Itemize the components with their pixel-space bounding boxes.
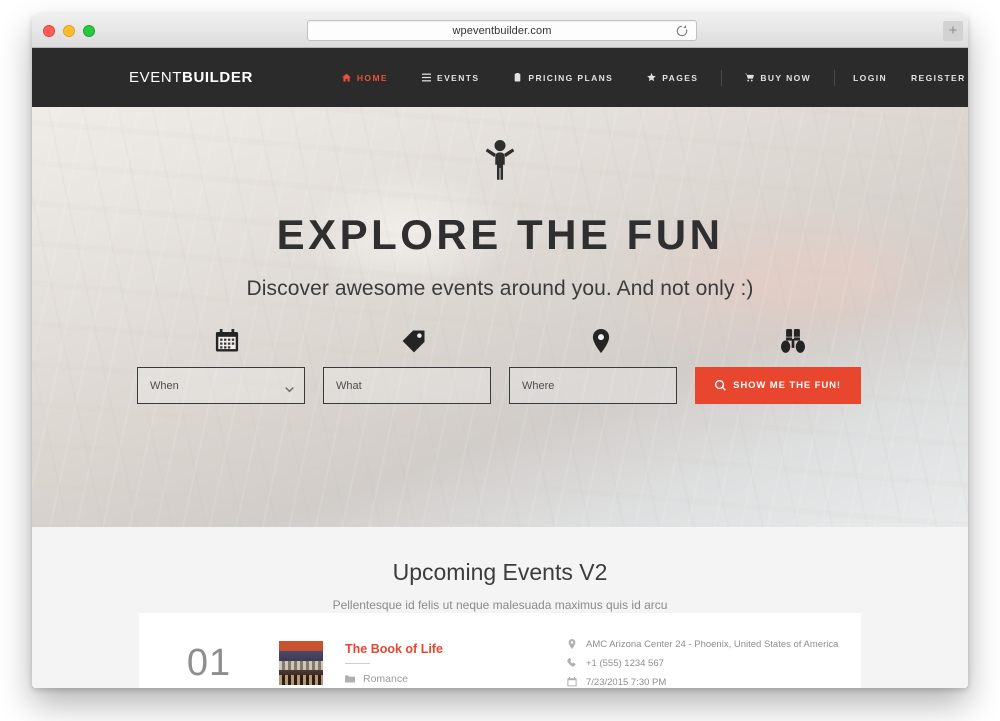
event-title-rule	[345, 662, 370, 664]
nav-item-buy-now[interactable]: BUY NOW	[728, 73, 828, 83]
event-number: 01	[186, 641, 232, 684]
event-title[interactable]: The Book of Life	[345, 642, 555, 656]
nav-item-register[interactable]: REGISTER	[899, 73, 968, 83]
event-info: The Book of Life Romance	[345, 642, 555, 685]
event-datetime-row: 7/23/2015 7:30 PM	[567, 677, 838, 688]
events-subheading: Pellentesque id felis ut neque malesuada…	[332, 598, 668, 612]
clipboard-icon	[513, 73, 522, 82]
calendar-icon	[567, 677, 577, 687]
nav-item-register-label: REGISTER	[911, 72, 966, 83]
search-submit-button[interactable]: SHOW ME THE FUN!	[695, 367, 861, 404]
url-bar[interactable]: wpeventbuilder.com	[307, 20, 697, 41]
tag-icon	[402, 329, 426, 353]
brand-logo[interactable]: EVENTBUILDER	[129, 69, 253, 86]
nav-item-buy-now-label: BUY NOW	[760, 72, 812, 83]
new-tab-button[interactable]: +	[943, 21, 963, 41]
search-icons-row	[137, 329, 870, 357]
event-category: Romance	[345, 673, 555, 685]
nav-menu: HOME EVENTS PRICING PLANS PAGES BUY NOW …	[325, 69, 968, 86]
reload-icon[interactable]	[675, 24, 689, 38]
nav-item-login-label: LOGIN	[853, 72, 888, 83]
hero-subtitle: Discover awesome events around you. And …	[246, 277, 754, 300]
nav-item-home[interactable]: HOME	[325, 73, 405, 83]
star-icon	[647, 73, 657, 82]
nav-item-events-label: EVENTS	[437, 72, 480, 83]
event-thumbnail[interactable]	[279, 641, 323, 685]
website-viewport: EVENTBUILDER HOME EVENTS PRICING PLANS P…	[32, 48, 968, 688]
nav-item-pricing-plans[interactable]: PRICING PLANS	[496, 73, 630, 83]
traffic-lights	[43, 25, 95, 37]
event-location-text: AMC Arizona Center 24 - Phoenix, United …	[586, 638, 839, 650]
search-icon	[715, 379, 726, 391]
cart-icon	[745, 73, 755, 82]
event-phone-text: +1 (555) 1234 567	[586, 657, 664, 669]
maximize-window-button[interactable]	[83, 25, 95, 37]
map-pin-icon	[567, 639, 577, 649]
event-meta: AMC Arizona Center 24 - Phoenix, United …	[567, 639, 838, 688]
hero-title: EXPLORE THE FUN	[276, 211, 724, 258]
nav-divider	[834, 69, 836, 86]
event-category-label: Romance	[363, 672, 408, 685]
phone-icon	[567, 657, 577, 668]
search-submit-label: SHOW ME THE FUN!	[733, 380, 841, 391]
person-raised-arms-icon	[484, 139, 516, 181]
search-input-when-label: When	[150, 379, 179, 392]
search-input-where-label: Where	[522, 379, 555, 392]
minimize-window-button[interactable]	[63, 25, 75, 37]
nav-item-pricing-plans-label: PRICING PLANS	[528, 72, 614, 83]
binoculars-icon	[781, 329, 805, 353]
calendar-icon	[215, 329, 239, 353]
nav-item-home-label: HOME	[356, 72, 388, 83]
hero-search-widget: When What Where SHOW ME THE FUN!	[137, 329, 870, 404]
site-navigation-bar: EVENTBUILDER HOME EVENTS PRICING PLANS P…	[32, 48, 968, 107]
nav-item-login[interactable]: LOGIN	[841, 73, 899, 83]
brand-logo-thin: EVENT	[129, 69, 183, 86]
list-icon	[422, 73, 431, 82]
search-input-what[interactable]: What	[323, 367, 491, 404]
event-list-item[interactable]: 01 The Book of Life Romance AMC Arizona …	[139, 613, 861, 688]
close-window-button[interactable]	[43, 25, 55, 37]
search-input-what-label: What	[336, 379, 362, 392]
brand-logo-bold: BUILDER	[182, 69, 253, 86]
nav-item-events[interactable]: EVENTS	[405, 73, 496, 83]
url-text: wpeventbuilder.com	[452, 25, 552, 37]
nav-divider	[721, 69, 723, 86]
hero-section: EXPLORE THE FUN Discover awesome events …	[32, 107, 968, 527]
map-pin-icon	[589, 329, 613, 353]
hero-content: EXPLORE THE FUN Discover awesome events …	[32, 107, 968, 527]
folder-icon	[345, 674, 355, 684]
chevron-down-icon[interactable]	[285, 381, 294, 393]
search-fields-row: When What Where SHOW ME THE FUN!	[137, 367, 870, 404]
search-input-when[interactable]: When	[137, 367, 305, 404]
nav-item-pages-label: PAGES	[662, 72, 699, 83]
events-heading: Upcoming Events V2	[392, 559, 608, 585]
event-phone-row: +1 (555) 1234 567	[567, 658, 838, 669]
event-datetime-text: 7/23/2015 7:30 PM	[586, 676, 667, 688]
event-location-row: AMC Arizona Center 24 - Phoenix, United …	[567, 639, 838, 650]
home-icon	[341, 73, 351, 82]
nav-item-pages[interactable]: PAGES	[630, 73, 715, 83]
browser-chrome: wpeventbuilder.com +	[32, 14, 968, 48]
browser-window: wpeventbuilder.com + EVENTBUILDER HOME E…	[32, 14, 968, 688]
search-input-where[interactable]: Where	[509, 367, 677, 404]
